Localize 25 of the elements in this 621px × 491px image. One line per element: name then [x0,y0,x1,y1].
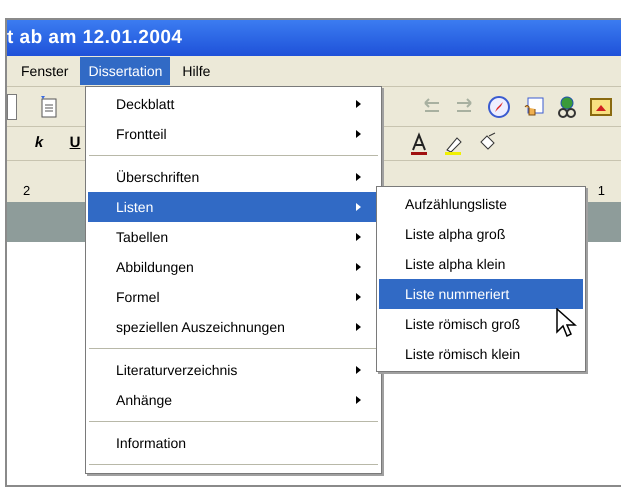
menu-item[interactable]: Fenster [13,57,76,85]
italic-button[interactable]: k [27,132,51,155]
menu-option[interactable]: Anhänge [88,385,379,415]
submenu-option[interactable]: Aufzählungsliste [379,189,583,219]
menu-option[interactable]: Listen [88,192,379,222]
menu-item[interactable]: Hilfe [174,57,218,85]
menu-option[interactable]: Frontteil [88,119,379,149]
menu-option[interactable]: speziellen Auszeichnungen [88,312,379,342]
submenu-option[interactable]: Liste alpha klein [379,249,583,279]
menu-option[interactable]: Tabellen [88,222,379,252]
menu-item[interactable]: Dissertation [80,57,170,85]
underline-button[interactable]: U [63,132,87,155]
menu-option[interactable]: Deckblatt [88,89,379,119]
menu-option[interactable]: Formel [88,282,379,312]
ruler-number: 2 [23,182,30,200]
ruler-number: 1 [598,182,605,200]
submenu-option[interactable]: Liste nummeriert [379,279,583,309]
window-title: t ab am 12.01.2004 [7,26,182,50]
submenu-option[interactable]: Liste römisch groß [379,309,583,339]
menu-option[interactable]: Literaturverzeichnis [88,355,379,385]
submenu-option[interactable]: Liste römisch klein [379,339,583,369]
menu-option[interactable]: Information [88,428,379,458]
menu-option[interactable]: Abbildungen [88,252,379,282]
submenu-option[interactable]: Liste alpha groß [379,219,583,249]
menu-option[interactable]: Überschriften [88,162,379,192]
